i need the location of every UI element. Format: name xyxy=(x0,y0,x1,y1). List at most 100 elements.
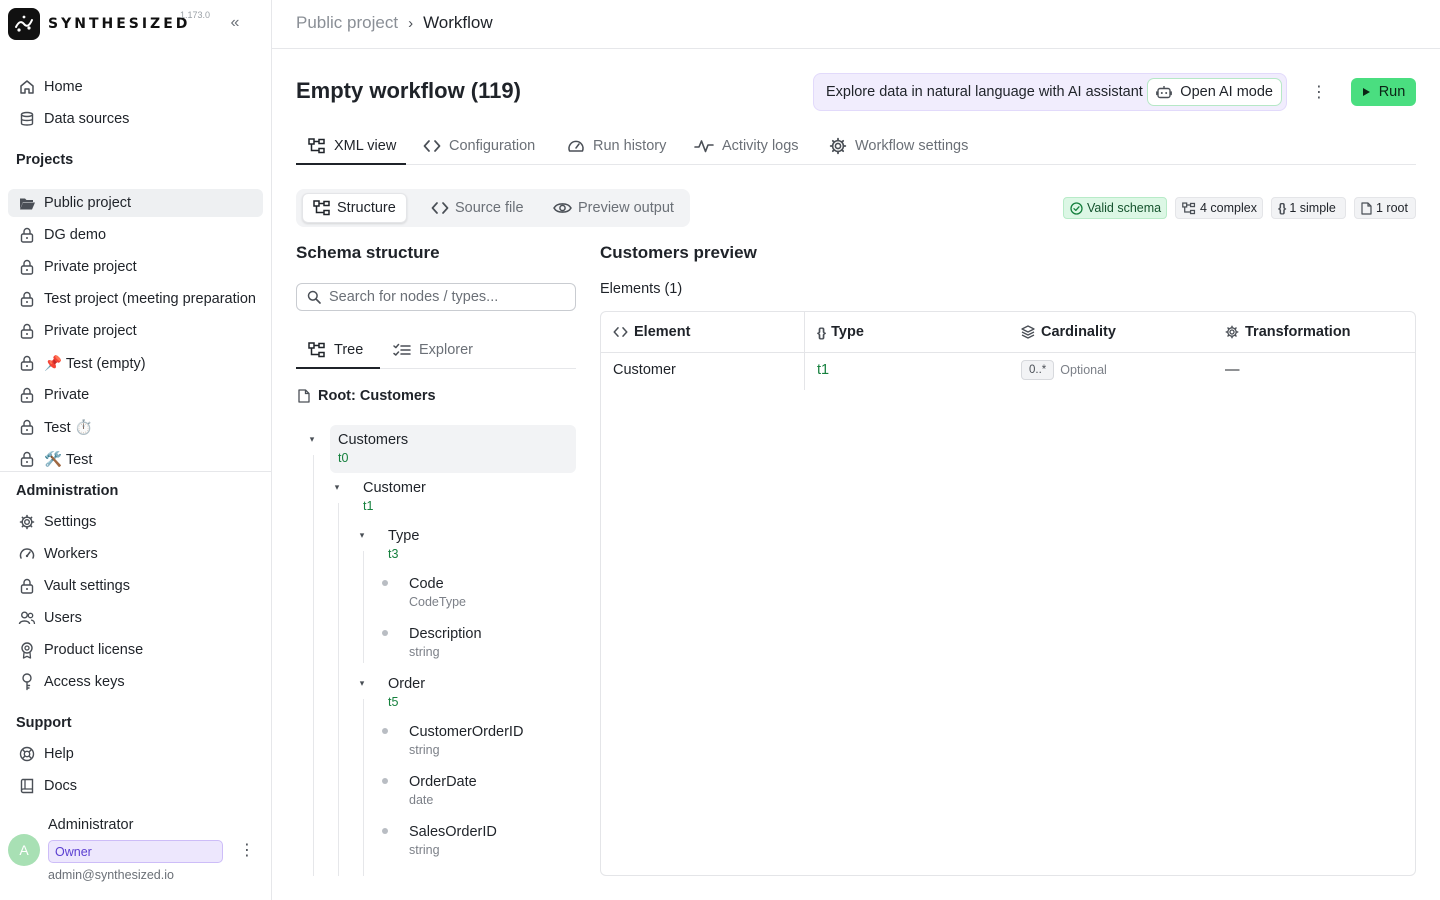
sidebar-item-label: Home xyxy=(44,79,83,95)
tab-explorer[interactable]: Explorer xyxy=(393,331,473,368)
breadcrumb: Public project › Workflow xyxy=(296,13,493,33)
page-title: Empty workflow (119) xyxy=(296,78,521,103)
sidebar-item-dg-demo[interactable]: DG demo xyxy=(8,221,263,249)
column-header-label: Type xyxy=(831,324,864,340)
support-heading: Support xyxy=(16,715,72,731)
tree-node-name[interactable]: SalesOrderID xyxy=(409,824,497,840)
sidebar-item-docs[interactable]: Docs xyxy=(8,772,263,800)
cell-transformation[interactable]: — xyxy=(1225,362,1240,378)
cell-element[interactable]: Customer xyxy=(613,362,676,378)
tab-label: Tree xyxy=(334,341,364,358)
sidebar-item-private-project-2[interactable]: Private project xyxy=(8,317,263,345)
tree-node-name[interactable]: Customer xyxy=(363,480,426,496)
schema-tree-icon xyxy=(1182,201,1196,215)
file-icon xyxy=(1361,201,1372,215)
sidebar-item-settings[interactable]: Settings xyxy=(8,508,263,536)
sidebar-item-help[interactable]: Help xyxy=(8,740,263,768)
search-input[interactable]: Search for nodes / types... xyxy=(296,283,576,311)
sidebar-item-users[interactable]: Users xyxy=(8,604,263,632)
column-header-cardinality[interactable]: Cardinality xyxy=(1021,312,1116,352)
complex-count-badge: 4 complex xyxy=(1175,197,1263,219)
breadcrumb-parent-link[interactable]: Public project xyxy=(296,13,398,33)
sidebar-item-test-empty[interactable]: 📌 Test (empty) xyxy=(8,349,263,377)
caret-down-icon[interactable]: ▾ xyxy=(357,678,367,688)
sidebar-item-product-license[interactable]: Product license xyxy=(8,636,263,664)
tab-tree[interactable]: Tree xyxy=(296,331,380,369)
sidebar-item-label: DG demo xyxy=(44,227,107,243)
sidebar-item-private-project[interactable]: Private project xyxy=(8,253,263,281)
folder-open-icon xyxy=(18,194,36,212)
tree-node-name[interactable]: OrderDate xyxy=(409,774,477,790)
breadcrumb-current: Workflow xyxy=(423,13,493,32)
brand[interactable]: SYNTHESIZED xyxy=(8,8,190,40)
tree-node-name[interactable]: Order xyxy=(388,676,425,692)
run-button[interactable]: Run xyxy=(1351,78,1416,106)
column-header-label: Element xyxy=(634,324,691,340)
home-icon xyxy=(18,78,36,96)
column-header-label: Transformation xyxy=(1245,324,1351,340)
caret-down-icon[interactable]: ▾ xyxy=(307,434,317,444)
sidebar-item-label: 📌 Test (empty) xyxy=(44,355,146,372)
sidebar-item-workers[interactable]: Workers xyxy=(8,540,263,568)
complex-count-text: 4 complex xyxy=(1200,201,1257,215)
tab-label: Explorer xyxy=(419,341,473,358)
caret-down-icon[interactable]: ▾ xyxy=(332,482,342,492)
sidebar-item-data-sources[interactable]: Data sources xyxy=(8,105,263,133)
braces-icon: {} xyxy=(1278,201,1286,215)
key-icon xyxy=(18,673,36,691)
caret-down-icon[interactable]: ▾ xyxy=(357,530,367,540)
tab-configuration[interactable]: Configuration xyxy=(423,128,535,164)
tab-activity-logs[interactable]: Activity logs xyxy=(694,128,799,164)
view-preview-output-button[interactable]: Preview output xyxy=(543,193,684,223)
lock-icon xyxy=(18,258,36,276)
badge-icon xyxy=(18,641,36,659)
cell-cardinality[interactable]: 0..* Optional xyxy=(1021,360,1107,380)
file-icon xyxy=(298,389,310,403)
users-icon xyxy=(18,609,36,627)
sidebar-item-label: Public project xyxy=(44,195,132,211)
root-label-text: Root: Customers xyxy=(318,388,436,404)
gear-icon xyxy=(18,513,36,531)
valid-schema-text: Valid schema xyxy=(1087,201,1162,215)
open-ai-mode-button[interactable]: Open AI mode xyxy=(1147,78,1282,106)
tab-xml-view[interactable]: XML view xyxy=(296,128,406,165)
collapse-sidebar-icon[interactable]: « xyxy=(226,14,244,32)
sidebar-item-label: Private project xyxy=(44,323,137,339)
sidebar-item-test-project-meeting[interactable]: Test project (meeting preparation xyxy=(8,285,263,313)
sidebar-item-vault-settings[interactable]: Vault settings xyxy=(8,572,263,600)
workflow-tabs: XML view Configuration Run history Activ… xyxy=(296,128,1416,165)
tree-node-type: t1 xyxy=(363,499,374,513)
cell-type[interactable]: t1 xyxy=(817,362,829,378)
open-ai-mode-label: Open AI mode xyxy=(1180,84,1273,100)
workflow-more-kebab-icon[interactable]: ⋮ xyxy=(1310,82,1328,102)
avatar[interactable]: A xyxy=(8,834,40,866)
sidebar-item-home[interactable]: Home xyxy=(8,73,263,101)
tree-node-name[interactable]: Description xyxy=(409,626,482,642)
code-icon xyxy=(613,327,628,337)
cardinality-chip: 0..* xyxy=(1021,360,1055,380)
tab-run-history[interactable]: Run history xyxy=(567,128,666,164)
view-structure-button[interactable]: Structure xyxy=(302,193,407,223)
tree-node-name[interactable]: Type xyxy=(388,528,419,544)
sidebar-item-public-project[interactable]: Public project xyxy=(8,189,263,217)
view-source-file-button[interactable]: Source file xyxy=(421,193,534,223)
sidebar-item-label: Private xyxy=(44,387,90,403)
sidebar-divider xyxy=(0,471,271,472)
column-header-transformation[interactable]: Transformation xyxy=(1225,312,1351,352)
sidebar-item-test-timer[interactable]: Test ⏱️ xyxy=(8,413,263,441)
code-icon xyxy=(423,140,441,152)
tab-workflow-settings[interactable]: Workflow settings xyxy=(829,128,968,164)
tree-node-name[interactable]: CustomerOrderID xyxy=(409,724,523,740)
column-header-element[interactable]: Element xyxy=(613,312,690,352)
preview-title: Customers preview xyxy=(600,243,757,262)
view-preview-output-label: Preview output xyxy=(578,200,674,216)
sidebar-item-access-keys[interactable]: Access keys xyxy=(8,668,263,696)
sidebar-item-test-tools[interactable]: 🛠️ Test xyxy=(8,445,263,473)
sidebar-item-private[interactable]: Private xyxy=(8,381,263,409)
sidebar: SYNTHESIZED 1.173.0 « Home Data sources … xyxy=(0,0,272,900)
user-menu-kebab-icon[interactable]: ⋮ xyxy=(238,840,256,860)
lock-icon xyxy=(18,290,36,308)
tree-node-name[interactable]: Code xyxy=(409,576,444,592)
column-header-type[interactable]: {} Type xyxy=(817,312,864,352)
tree-node-name[interactable]: Customers xyxy=(338,432,408,448)
